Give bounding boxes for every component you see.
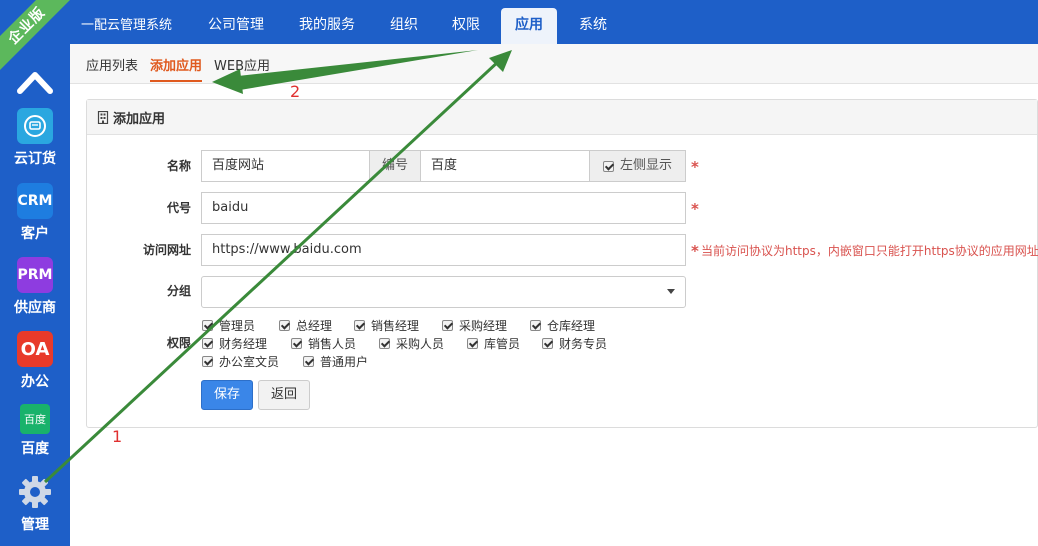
- code-label: 代号: [166, 201, 191, 215]
- tab-add-app[interactable]: 添加应用: [150, 55, 203, 82]
- left-show-checkbox[interactable]: [602, 160, 614, 172]
- group-label: 分组: [166, 284, 191, 298]
- perm-text: 普通用户: [320, 355, 369, 369]
- nav-permission[interactable]: 权限: [438, 8, 494, 44]
- code-input[interactable]: baidu: [201, 192, 686, 224]
- annotation-number-2: 2: [290, 82, 301, 101]
- required-mark: *: [691, 200, 699, 218]
- perm-text: 采购经理: [459, 319, 508, 333]
- panel-title: 添加应用: [113, 111, 166, 127]
- perm-text: 总经理: [296, 319, 333, 333]
- nav-system[interactable]: 系统: [565, 8, 621, 44]
- back-button[interactable]: 返回: [258, 380, 311, 410]
- permission-label: 权限: [166, 336, 191, 350]
- crm-tile-icon: CRM: [17, 183, 53, 219]
- nav-application[interactable]: 应用: [501, 8, 557, 44]
- perm-item[interactable]: 销售人员: [291, 335, 356, 352]
- perm-item[interactable]: 采购人员: [379, 335, 444, 352]
- perm-text: 财务经理: [219, 337, 268, 351]
- perm-checkbox[interactable]: [542, 338, 553, 349]
- perm-item[interactable]: 财务专员: [542, 335, 607, 352]
- required-mark: *: [691, 158, 699, 176]
- top-nav: 一配云管理系统 公司管理 我的服务 组织 权限 应用 系统: [70, 0, 1038, 44]
- baidu-tile-icon: 百度: [20, 404, 50, 434]
- name-input[interactable]: 百度网站: [201, 150, 370, 182]
- collapse-up-icon[interactable]: [17, 70, 53, 94]
- sidebar-item-label: 百度: [21, 441, 49, 457]
- perm-text: 库管员: [484, 337, 521, 351]
- perm-item[interactable]: 销售经理: [354, 317, 419, 334]
- number-input[interactable]: 百度: [420, 150, 590, 182]
- perm-checkbox[interactable]: [354, 320, 365, 331]
- perm-checkbox[interactable]: [379, 338, 390, 349]
- perm-item[interactable]: 仓库经理: [530, 317, 595, 334]
- sidebar-item-baidu[interactable]: 百度 百度: [0, 404, 70, 458]
- edition-ribbon: 企业版: [0, 0, 70, 74]
- oa-tile-icon: OA: [17, 331, 53, 367]
- left-sidebar: 企业版 云订货 CRM 客户 PRM 供应商 OA 办公 百度 百度 管理: [0, 0, 70, 546]
- perm-text: 财务专员: [559, 337, 608, 351]
- tab-app-list[interactable]: 应用列表: [86, 55, 138, 74]
- perm-item[interactable]: 办公室文员: [202, 353, 279, 370]
- sidebar-item-label: 云订货: [14, 151, 56, 167]
- perm-checkbox[interactable]: [303, 356, 314, 367]
- sidebar-item-yundinghuo[interactable]: 云订货: [0, 108, 70, 168]
- perm-text: 管理员: [219, 319, 256, 333]
- name-label: 名称: [166, 159, 191, 173]
- perm-item[interactable]: 管理员: [202, 317, 255, 334]
- building-icon: [97, 110, 109, 124]
- sidebar-item-crm[interactable]: CRM 客户: [0, 183, 70, 243]
- prm-tile-icon: PRM: [17, 257, 53, 293]
- perm-checkbox[interactable]: [291, 338, 302, 349]
- url-protocol-hint: 当前访问协议为https，内嵌窗口只能打开https协议的应用网址。: [701, 244, 1038, 258]
- order-chat-icon: [17, 108, 53, 144]
- left-show-addon[interactable]: 左侧显示: [589, 150, 686, 182]
- sidebar-item-prm[interactable]: PRM 供应商: [0, 257, 70, 317]
- panel-header: 添加应用: [87, 100, 1037, 135]
- perm-item[interactable]: 库管员: [467, 335, 520, 352]
- sidebar-item-label: 办公: [21, 374, 49, 390]
- perm-checkbox[interactable]: [202, 338, 213, 349]
- sidebar-item-manage[interactable]: 管理: [0, 474, 70, 534]
- gear-icon: [17, 474, 53, 510]
- sidebar-item-label: 供应商: [14, 300, 56, 316]
- number-addon-label: 编号: [369, 150, 421, 182]
- annotation-number-1: 1: [112, 427, 123, 446]
- perm-checkbox[interactable]: [202, 320, 213, 331]
- perm-text: 销售经理: [371, 319, 420, 333]
- save-button[interactable]: 保存: [201, 380, 254, 410]
- system-brand[interactable]: 一配云管理系统: [81, 14, 172, 33]
- perm-checkbox[interactable]: [202, 356, 213, 367]
- perm-text: 办公室文员: [219, 355, 280, 369]
- left-show-label: 左侧显示: [619, 158, 672, 173]
- perm-checkbox[interactable]: [442, 320, 453, 331]
- perm-text: 仓库经理: [547, 319, 596, 333]
- nav-organization[interactable]: 组织: [376, 8, 432, 44]
- perm-checkbox[interactable]: [530, 320, 541, 331]
- sidebar-item-oa[interactable]: OA 办公: [0, 331, 70, 391]
- url-label: 访问网址: [142, 243, 191, 257]
- perm-item[interactable]: 普通用户: [303, 353, 368, 370]
- app-root: 企业版 云订货 CRM 客户 PRM 供应商 OA 办公 百度 百度 管理 一配…: [0, 0, 1038, 546]
- nav-company[interactable]: 公司管理: [194, 8, 278, 44]
- sidebar-item-label: 客户: [21, 226, 49, 242]
- perm-item[interactable]: 采购经理: [442, 317, 507, 334]
- perm-item[interactable]: 财务经理: [202, 335, 267, 352]
- perm-text: 采购人员: [396, 337, 445, 351]
- nav-my-services[interactable]: 我的服务: [285, 8, 369, 44]
- sub-tabs: 应用列表 添加应用 WEB应用: [70, 44, 1038, 84]
- group-select[interactable]: [201, 276, 686, 308]
- chevron-down-icon: [667, 289, 675, 294]
- perm-text: 销售人员: [308, 337, 357, 351]
- perm-item[interactable]: 总经理: [279, 317, 332, 334]
- perm-checkbox[interactable]: [279, 320, 290, 331]
- sidebar-item-label: 管理: [21, 517, 49, 533]
- perm-checkbox[interactable]: [467, 338, 478, 349]
- required-mark: *: [691, 242, 699, 260]
- tab-web-app[interactable]: WEB应用: [214, 55, 270, 74]
- url-input[interactable]: https://www.baidu.com: [201, 234, 686, 266]
